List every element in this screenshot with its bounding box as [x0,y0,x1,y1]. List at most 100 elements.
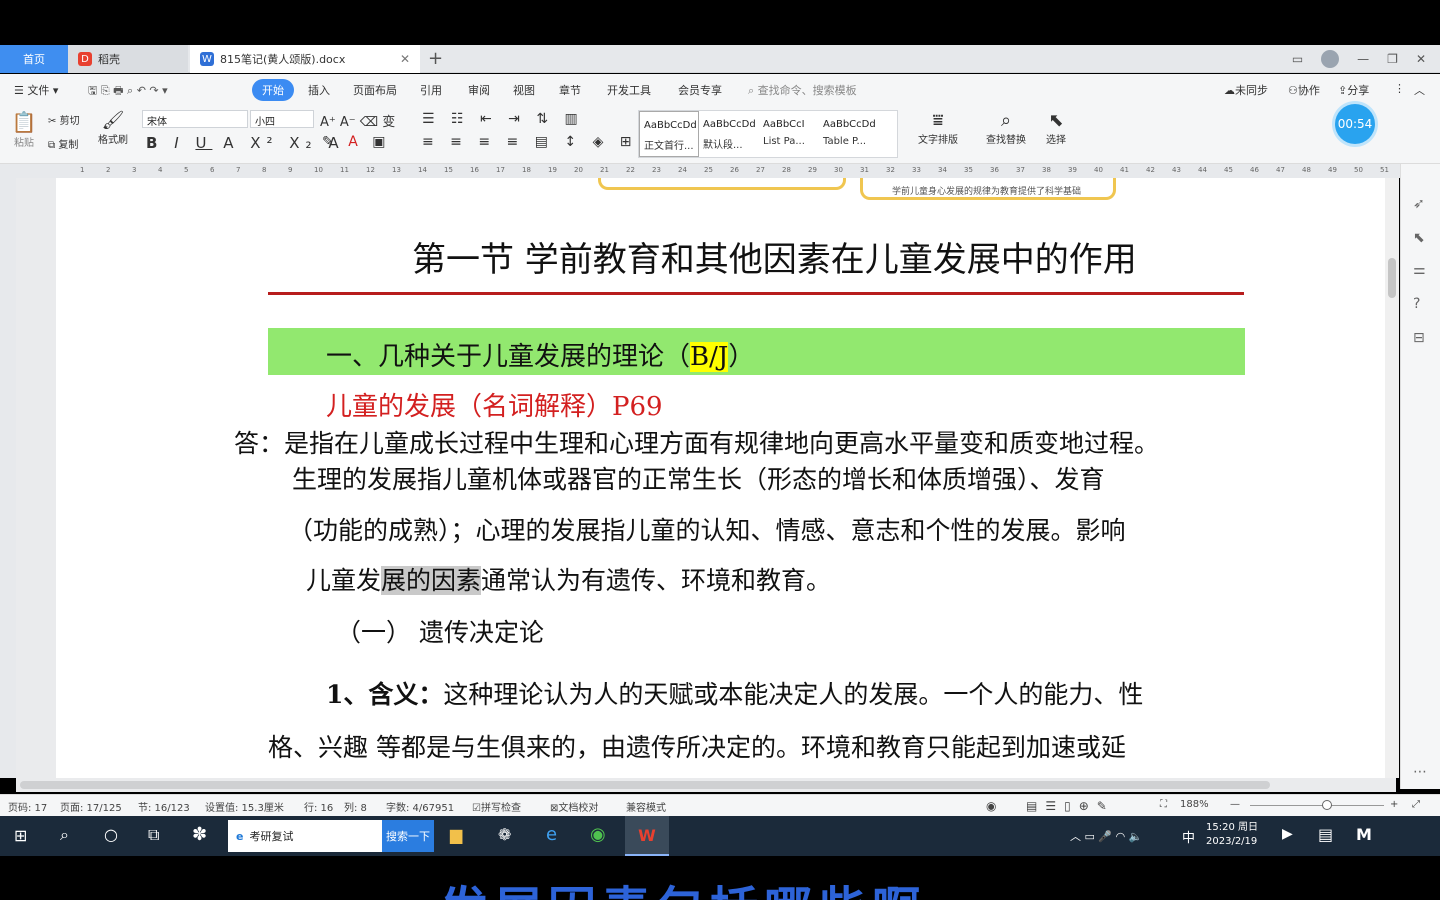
zoom-out-icon[interactable]: — [1230,799,1240,810]
more-dots-icon[interactable]: ⋯ [1413,764,1429,780]
pointer-icon[interactable]: ⬉ [1413,230,1429,246]
scroll-thumb[interactable] [1388,258,1396,298]
copy-button[interactable]: ⧉ 复制 [48,136,78,151]
eye-icon[interactable]: ◉ [986,799,996,813]
collab-button[interactable]: ⚇协作 [1288,82,1320,98]
list-icons[interactable]: ☰ ☷ ⇤ ⇥ ⇅ ▥ [422,111,584,127]
taskbar-search-button[interactable]: 搜索一下 [382,820,434,852]
highlight-color-icons[interactable]: ✎ A ▣ [322,134,390,150]
settings-sliders-icon[interactable]: ⚌ [1413,262,1429,278]
zoom-level[interactable]: 188% [1180,799,1209,810]
horizontal-scrollbar[interactable] [16,778,1396,792]
horizontal-ruler[interactable]: 1 2 3 4 5 6 7 8 9 10 11 12 13 14 15 16 17 18 19 20 21 22 23 24 2… [0,164,1440,178]
app-icon[interactable]: ❁ [498,825,511,844]
wps-taskbar-button[interactable]: W [625,816,669,856]
command-search[interactable]: ⌕ 查找命令、搜索模板 [748,82,857,98]
find-replace-button[interactable]: ⌕ 查找替换 [978,110,1034,146]
browser-icon[interactable]: ◉ [590,824,606,845]
user-icon: ⚇ [1288,84,1298,97]
quick-access-icons[interactable]: 🖫 ⎘ 🖶 ⌕ ↶ ↷ ▾ [88,82,168,101]
menu-home[interactable]: 开始 [252,79,294,101]
ruler-tick: 7 [236,166,241,174]
share-button[interactable]: ⇪分享 [1338,82,1369,98]
menu-layout[interactable]: 页面布局 [353,82,397,98]
clock[interactable]: 15:20 周日 2023/2/19 [1206,821,1258,849]
desktop-icon[interactable]: ▶ [1282,826,1293,842]
zoom-slider-thumb[interactable] [1322,800,1332,810]
tab-document[interactable]: W 815笔记(黄人颂版).docx ✕ [190,45,420,73]
ie-icon: e [236,829,244,843]
menu-review[interactable]: 审阅 [468,82,490,98]
proofread-button[interactable]: ⊠文档校对 [550,799,598,814]
menu-references[interactable]: 引用 [420,82,442,98]
ruler-tick: 40 [1094,166,1103,174]
font-size-select[interactable]: 小四 [250,110,314,128]
menu-chapter[interactable]: 章节 [559,82,581,98]
ruler-tick: 12 [366,166,375,174]
layout-icon[interactable]: ▭ [1292,52,1303,66]
notification-icon[interactable]: ▤ [1318,825,1333,844]
taskbar-search-input[interactable]: e 考研复试 [228,820,382,852]
zoom-slider[interactable] [1250,805,1384,806]
edge-icon[interactable]: e [546,824,557,845]
font-name-select[interactable]: 宋体 [142,110,248,128]
answer-line-3: （功能的成熟）；心理的发展指儿童的认知、情感、意志和个性的发展。影响 [288,516,1126,545]
sync-status[interactable]: ☁未同步 [1224,82,1268,98]
magnifier-icon: ⌕ [1000,110,1012,131]
style-item[interactable]: AaBbCcDd Table P... [819,111,879,157]
restore-icon[interactable]: ❐ [1387,52,1398,66]
spell-check-button[interactable]: ☑拼写检查 [472,799,521,814]
folder-icon[interactable]: ▆ [450,825,462,844]
ruler-tick: 50 [1354,166,1363,174]
font-format-icons[interactable]: B I U A X² X₂ A [146,134,345,152]
cortana-icon[interactable]: ○ [104,825,118,844]
tab-home[interactable]: 首页 [0,45,68,73]
vertical-ruler[interactable] [0,178,16,778]
style-item[interactable]: AaBbCcDd 正文首行... [639,111,699,157]
text-layout-button[interactable]: ⩸ 文字排版 [910,110,966,146]
file-menu[interactable]: ☰ 文件 ▾ [14,82,58,98]
recording-timer[interactable]: 00:54 [1335,104,1375,144]
menu-devtools[interactable]: 开发工具 [607,82,651,98]
app-tray-icon[interactable]: M [1356,825,1372,844]
align-icons[interactable]: ≡ ≡ ≡ ≡ ▤ ↕ ◈ ⊞ [422,134,638,150]
add-tab-icon[interactable]: + [428,48,443,69]
view-mode-icons[interactable]: ▤☰▯⊕✎ [1026,799,1115,813]
fan-app-icon[interactable]: ✽ [192,824,207,845]
style-item[interactable]: AaBbCcI List Pa... [759,111,819,157]
sub-heading: （一） 遗传决定论 [336,618,544,647]
collapse-ribbon-icon[interactable]: ︿ [1414,82,1425,98]
search-icon[interactable]: ⌕ [60,825,69,845]
avatar[interactable] [1321,50,1340,68]
paste-button[interactable]: 📋 粘贴 [10,110,38,149]
vertical-scrollbar[interactable] [1385,178,1399,778]
menu-view[interactable]: 视图 [513,82,535,98]
select-button[interactable]: ⬉ 选择 [1038,110,1074,146]
ruler-tick: 29 [808,166,817,174]
tab-daoke[interactable]: D 稻壳 [68,45,188,73]
menu-member[interactable]: 会员专享 [678,82,722,98]
text-selection[interactable]: 展的因素 [381,566,482,595]
fit-page-icon[interactable]: ⛶ [1160,799,1167,810]
share-icon: ⇪ [1338,84,1348,97]
rocket-icon[interactable]: ➶ [1413,196,1429,212]
scroll-thumb[interactable] [20,781,1270,789]
menu-insert[interactable]: 插入 [308,82,330,98]
tray-icons[interactable]: ︿ ▭ 🎤 ◠ 🔈 [1070,828,1142,844]
fullscreen-icon[interactable]: ⤢ [1412,799,1420,810]
task-view-icon[interactable]: ⧉ [148,825,159,845]
inbox-icon[interactable]: ⊟ [1413,330,1429,346]
close-window-icon[interactable]: ✕ [1416,52,1426,66]
more-icon[interactable]: ⋮ [1394,82,1405,95]
help-icon[interactable]: ? [1413,296,1429,312]
format-painter-button[interactable]: 🖌 格式刷 [96,110,130,146]
close-tab-icon[interactable]: ✕ [400,52,410,66]
zoom-in-icon[interactable]: + [1390,799,1398,810]
style-item[interactable]: AaBbCcDd 默认段... [699,111,759,157]
minimize-icon[interactable]: — [1357,52,1369,66]
windows-start-icon[interactable]: ⊞ [14,826,27,845]
status-words[interactable]: 字数: 4/67951 [386,799,454,814]
cut-button[interactable]: ✂ 剪切 [48,112,80,127]
ime-indicator[interactable]: 中 [1182,827,1195,846]
font-size-adjust-icons[interactable]: A⁺ A⁻ ⌫ 变 [320,111,395,130]
